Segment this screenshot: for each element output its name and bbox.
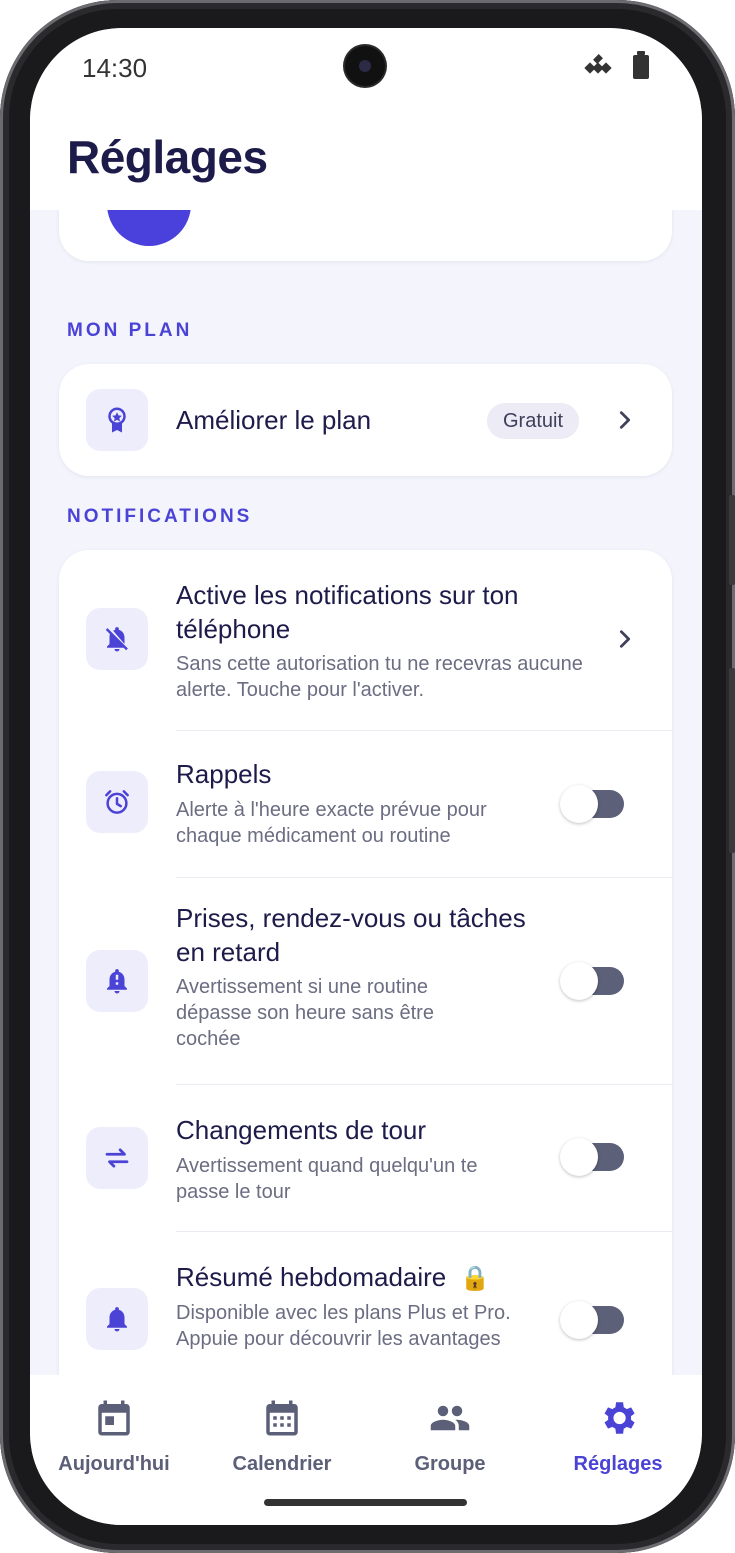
chevron-right-icon	[619, 411, 631, 429]
alarm-clock-icon	[105, 790, 129, 814]
toggle-knob	[560, 1138, 598, 1176]
toggle-knob	[560, 962, 598, 1000]
page-title: Réglages	[67, 131, 268, 183]
late-tasks-subtitle: Avertissement si une routine dépasse son…	[176, 976, 434, 1050]
notification-icon-box	[86, 1127, 148, 1189]
gear-icon	[604, 1402, 635, 1434]
late-tasks-title: Prises, rendez-vous ou tâches en retard	[176, 903, 526, 967]
section-label-notifications: NOTIFICATIONS	[67, 506, 253, 527]
volume-button	[729, 495, 735, 585]
weekly-summary-toggle[interactable]	[560, 1301, 624, 1339]
chevron-right-icon	[619, 630, 631, 648]
status-time: 14:30	[82, 53, 148, 83]
turn-changes-title: Changements de tour	[176, 1115, 427, 1145]
bell-alert-icon	[107, 969, 127, 994]
power-button	[729, 668, 735, 853]
plan-icon-box	[86, 389, 148, 451]
nav-label: Calendrier	[232, 1453, 332, 1475]
toggle-knob	[560, 785, 598, 823]
weekly-summary-title-wrap: Résumé hebdomadaire 🔒	[176, 1260, 490, 1296]
avatar	[107, 210, 191, 246]
bell-off-icon	[105, 627, 128, 652]
upgrade-plan-card[interactable]: Améliorer le plan Gratuit	[59, 364, 672, 476]
notifications-card: Active les notifications sur ton télépho…	[59, 550, 672, 1375]
app-header: Réglages	[30, 110, 702, 210]
notification-icon-box	[86, 608, 148, 670]
lock-icon: 🔒	[453, 1265, 491, 1292]
nav-label: Aujourd'hui	[58, 1453, 170, 1475]
notification-icon-box	[86, 950, 148, 1012]
home-indicator[interactable]	[264, 1499, 467, 1506]
nav-calendar[interactable]: Calendrier	[198, 1397, 366, 1476]
plan-badge: Gratuit	[487, 403, 580, 439]
satellite-icon	[584, 54, 612, 74]
reminders-subtitle: Alerte à l'heure exacte prévue pour chaq…	[176, 799, 487, 847]
upgrade-plan-title: Améliorer le plan	[176, 405, 372, 435]
nav-label: Réglages	[573, 1453, 663, 1475]
nav-group[interactable]: Groupe	[366, 1397, 534, 1476]
settings-content[interactable]: MON PLAN Améliorer le plan Gratuit NOTIF…	[30, 210, 702, 1375]
late-tasks-row[interactable]: Prises, rendez-vous ou tâches en retard …	[59, 878, 672, 1085]
toggle-knob	[560, 1301, 598, 1339]
notification-icon-box	[86, 771, 148, 833]
reminders-toggle[interactable]	[560, 785, 624, 823]
screen: 14:30 Réglages MON PLAN Améliorer le pla…	[30, 28, 702, 1525]
late-tasks-toggle[interactable]	[560, 962, 624, 1000]
turn-changes-subtitle: Avertissement quand quelqu'un te passe l…	[176, 1155, 478, 1203]
status-bar: 14:30	[30, 28, 702, 110]
profile-card[interactable]	[59, 210, 672, 261]
section-label-plan: MON PLAN	[67, 320, 193, 341]
calendar-today-icon	[98, 1400, 130, 1436]
phone-frame: 14:30 Réglages MON PLAN Améliorer le pla…	[0, 0, 735, 1553]
weekly-summary-subtitle: Disponible avec les plans Plus et Pro. A…	[176, 1302, 511, 1350]
turn-changes-row[interactable]: Changements de tour Avertissement quand …	[59, 1085, 672, 1232]
nav-today[interactable]: Aujourd'hui	[30, 1397, 198, 1476]
calendar-month-icon	[266, 1400, 298, 1436]
notification-permission-title: Active les notifications sur ton télépho…	[176, 580, 519, 644]
turn-changes-toggle[interactable]	[560, 1138, 624, 1176]
battery-icon	[633, 51, 649, 79]
front-camera	[345, 46, 385, 86]
weekly-summary-row[interactable]: Résumé hebdomadaire 🔒 Disponible avec le…	[59, 1232, 672, 1375]
notification-icon-box	[86, 1288, 148, 1350]
nav-label: Groupe	[414, 1453, 486, 1475]
swap-arrows-icon	[105, 1148, 129, 1168]
award-badge-icon	[108, 407, 126, 433]
nav-settings[interactable]: Réglages	[534, 1397, 702, 1476]
reminders-row[interactable]: Rappels Alerte à l'heure exacte prévue p…	[59, 731, 672, 878]
reminders-title: Rappels	[176, 759, 272, 789]
notification-permission-row[interactable]: Active les notifications sur ton télépho…	[59, 550, 672, 731]
notification-permission-subtitle: Sans cette autorisation tu ne recevras a…	[176, 653, 583, 701]
bell-icon	[107, 1307, 127, 1332]
weekly-summary-title: Résumé hebdomadaire	[176, 1262, 447, 1292]
group-icon	[430, 1405, 470, 1431]
